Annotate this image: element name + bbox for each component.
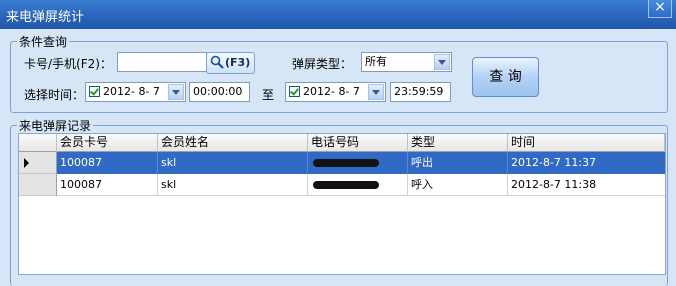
query-groupbox [10, 41, 668, 113]
cell-phone [308, 152, 408, 174]
type-select[interactable]: 所有 [361, 52, 452, 72]
close-button[interactable]: × [648, 0, 672, 18]
row-pointer-icon [24, 158, 29, 168]
table-row[interactable]: 100087 skl 呼出 2012-8-7 11:37 [57, 152, 665, 174]
cell-time: 2012-8-7 11:37 [511, 156, 597, 169]
query-legend: 条件查询 [17, 33, 70, 50]
column-header-card[interactable]: 会员卡号 [57, 134, 158, 152]
row-header[interactable] [19, 174, 57, 196]
cell-time: 2012-8-7 11:38 [511, 178, 597, 191]
redaction-mark [313, 159, 379, 167]
start-date-checkbox[interactable] [89, 86, 100, 97]
window-title: 来电弹屏统计 [6, 10, 85, 25]
start-date-value: 2012- 8- 7 [103, 85, 160, 98]
query-button[interactable]: 查 询 [472, 57, 539, 97]
card-label: 卡号/手机(F2)： [24, 57, 112, 71]
card-input[interactable] [117, 52, 207, 72]
start-date-picker[interactable]: 2012- 8- 7 [85, 82, 186, 102]
end-date-value: 2012- 8- 7 [303, 85, 360, 98]
column-header-name[interactable]: 会员姓名 [158, 134, 308, 152]
cell-name: skl [158, 174, 308, 196]
cell-type: 呼出 [408, 152, 508, 174]
time-label: 选择时间： [24, 88, 85, 102]
records-grid[interactable]: 会员卡号 会员姓名 电话号码 类型 时间 100087 skl 呼出 2012-… [18, 133, 666, 275]
chevron-down-icon[interactable] [434, 54, 450, 70]
magnifier-icon [210, 55, 224, 72]
end-date-picker[interactable]: 2012- 8- 7 [285, 82, 386, 102]
type-select-value: 所有 [365, 55, 387, 68]
records-legend: 来电弹屏记录 [17, 117, 94, 134]
grid-corner-header [19, 134, 57, 152]
row-header[interactable] [19, 152, 57, 174]
end-date-checkbox[interactable] [289, 86, 300, 97]
cell-name: skl [158, 152, 308, 174]
start-time-input[interactable]: 00:00:00 [189, 82, 250, 102]
f3-search-button[interactable]: (F3) [206, 52, 255, 74]
to-label: 至 [262, 88, 275, 102]
f3-label: (F3) [225, 56, 251, 69]
type-label: 弹屏类型： [292, 57, 353, 71]
column-header-phone[interactable]: 电话号码 [308, 134, 408, 152]
table-row[interactable]: 100087 skl 呼入 2012-8-7 11:38 [57, 174, 665, 196]
cell-type: 呼入 [408, 174, 508, 196]
redaction-mark [313, 181, 379, 189]
cell-card: 100087 [57, 174, 158, 196]
chevron-down-icon[interactable] [368, 84, 384, 100]
cell-phone [308, 174, 408, 196]
column-header-time[interactable]: 时间 [508, 134, 665, 152]
title-bar: 来电弹屏统计 × [0, 0, 676, 29]
end-time-input[interactable]: 23:59:59 [390, 82, 451, 102]
chevron-down-icon[interactable] [168, 84, 184, 100]
column-header-type[interactable]: 类型 [408, 134, 508, 152]
cell-card: 100087 [57, 152, 158, 174]
